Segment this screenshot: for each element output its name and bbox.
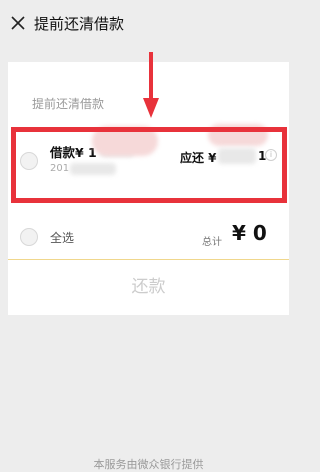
divider [8,259,289,260]
nav-bar: 提前还清借款 [0,0,297,46]
footer-text: 本服务由微众银行提供 [93,458,204,471]
select-all-label: 全选 [50,231,75,245]
section-title: 提前还清借款 [32,97,105,111]
close-icon[interactable] [4,9,32,37]
page-title: 提前还清借款 [34,14,125,33]
highlight-box [11,127,287,203]
arrow-down-icon [143,52,159,118]
total-label: 总计 [202,237,222,248]
total-value: ¥ 0 [232,221,267,245]
repay-button[interactable]: 还款 [8,270,289,304]
select-all-radio[interactable] [20,228,38,246]
select-all-row[interactable]: 全选 总计 ¥ 0 [8,221,289,252]
